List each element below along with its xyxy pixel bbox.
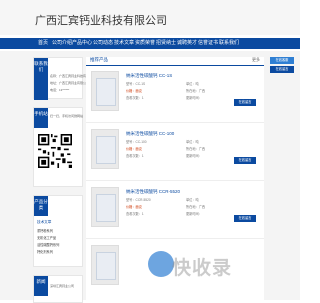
online-service-button[interactable]: 在线客服 <box>270 57 294 64</box>
watermark-logo-icon <box>148 251 174 277</box>
product-image[interactable] <box>91 71 119 111</box>
product-update: 更新时间： <box>186 96 202 100</box>
more-link[interactable]: 更多 <box>252 57 260 63</box>
contact-line-phone: 电话：13****** <box>50 88 70 92</box>
product-model: 型号：CC-100 <box>126 140 147 144</box>
product-image[interactable] <box>91 245 119 285</box>
product-unit: 单位：吨 <box>186 198 199 202</box>
category-item[interactable]: 无机化工产品 <box>37 235 56 240</box>
product-card[interactable]: 纳米活性碳酸钙 CC-100 型号：CC-100 单位：吨 价格：面议 所在地：… <box>86 127 264 181</box>
watermark: 快收录 <box>148 249 298 285</box>
product-price: 价格：面议 <box>126 147 142 151</box>
product-card[interactable]: 纳米活性碳酸钙 CCR-5520 型号：CCR-5520 单位：吨 价格：面议 … <box>86 185 264 239</box>
product-model: 型号：CC-1S <box>126 82 146 86</box>
product-region: 所在地：广西 <box>186 205 206 209</box>
section-divider <box>86 65 264 66</box>
product-views: 查看次数：1 <box>126 96 144 100</box>
category-item[interactable]: 技术文章 <box>37 220 51 225</box>
company-title: 广西汇宾钙业科技有限公司 <box>35 15 167 27</box>
product-update: 更新时间： <box>186 212 202 216</box>
online-message-button[interactable]: 在线留言 <box>270 66 294 73</box>
product-price: 价格：面议 <box>126 205 142 209</box>
section-title: 推荐产品 <box>90 57 108 62</box>
product-name[interactable]: 纳米活性碳酸钙 CC-1S <box>126 73 172 79</box>
product-name[interactable]: 纳米活性碳酸钙 CCR-5520 <box>126 189 180 195</box>
nav-item-talent[interactable]: 诚聘英才 <box>177 38 197 49</box>
contact-box: 联系我们 名称：广西汇宾钙业科技有限公司 地址：广西汇宾钙业有限公司 电话：13… <box>33 57 95 100</box>
nav-item-contact[interactable]: 联系我们 <box>219 38 239 49</box>
nav-item-honors[interactable]: 资质荣誉 <box>135 38 155 49</box>
product-region: 所在地：广西 <box>186 147 206 151</box>
product-update: 更新时间： <box>186 154 202 158</box>
nav-item-products[interactable]: 产品中心 <box>72 38 92 49</box>
product-category-box: 产品分类 技术文章 重钙粉系列 无机化工产品 活性碳酸钙系列 钙化剂系列 <box>33 195 83 267</box>
product-unit: 单位：吨 <box>186 82 199 86</box>
product-unit: 单位：吨 <box>186 140 199 144</box>
product-region: 所在地：广西 <box>186 89 206 93</box>
category-item[interactable]: 活性碳酸钙系列 <box>37 242 59 247</box>
product-card[interactable]: 纳米活性碳酸钙 CC-1S 型号：CC-1S 单位：吨 价格：面议 所在地：广西… <box>86 69 264 123</box>
mobile-tab: 手机站 <box>34 108 48 128</box>
nav-item-news[interactable]: 公司动态 <box>93 38 113 49</box>
product-image[interactable] <box>91 187 119 227</box>
product-price: 价格：面议 <box>126 89 142 93</box>
site-header: 广西汇宾钙业科技有限公司 <box>0 0 300 35</box>
qr-code-icon <box>38 134 72 168</box>
contact-line-address: 地址：广西汇宾钙业有限公司 <box>50 81 90 85</box>
product-views: 查看次数：1 <box>126 154 144 158</box>
main-nav: 首页 公司介绍 产品中心 公司动态 技术文章 资质荣誉 招贤纳士 诚聘英才 信誉… <box>0 38 300 49</box>
nav-item-about[interactable]: 公司介绍 <box>52 38 72 49</box>
contact-tab: 联系我们 <box>34 58 48 100</box>
inquiry-button[interactable]: 在线留言 <box>234 157 256 164</box>
nav-item-recruit[interactable]: 招贤纳士 <box>156 38 176 49</box>
category-item[interactable]: 钙化剂系列 <box>37 249 53 254</box>
mobile-line: 扫一扫，手机访问微网站 <box>50 114 84 118</box>
product-category-tab: 产品分类 <box>34 196 48 216</box>
nav-item-articles[interactable]: 技术文章 <box>114 38 134 49</box>
inquiry-button[interactable]: 在线留言 <box>234 215 256 222</box>
news-tab: 新闻 <box>34 276 48 296</box>
nav-item-certs[interactable]: 信誉证书 <box>198 38 218 49</box>
product-name[interactable]: 纳米活性碳酸钙 CC-100 <box>126 131 174 137</box>
inquiry-button[interactable]: 在线留言 <box>234 99 256 106</box>
watermark-text: 快收录 <box>172 258 233 279</box>
mobile-box: 手机站 扫一扫，手机访问微网站 <box>33 107 83 187</box>
news-box: 新闻 深圳汇宾钙业公司 <box>33 275 83 303</box>
product-image[interactable] <box>91 129 119 169</box>
news-item[interactable]: 深圳汇宾钙业公司 <box>50 284 74 288</box>
product-views: 查看次数：1 <box>126 212 144 216</box>
category-item[interactable]: 重钙粉系列 <box>37 228 53 233</box>
nav-item-home[interactable]: 首页 <box>38 38 48 49</box>
product-model: 型号：CCR-5520 <box>126 198 151 202</box>
